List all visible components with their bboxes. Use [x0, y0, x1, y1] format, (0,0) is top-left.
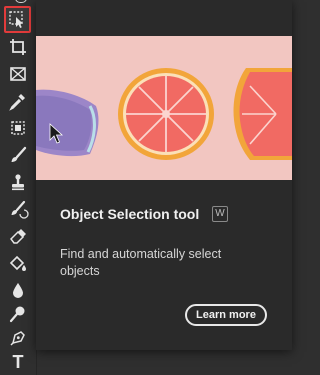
object-selection-tool-button[interactable]	[4, 6, 31, 33]
history-brush-tool-button[interactable]	[5, 197, 31, 221]
popup-title: Object Selection tool	[60, 206, 200, 222]
clone-stamp-tool-button[interactable]	[5, 170, 31, 194]
clone-stamp-icon	[12, 174, 24, 191]
pen-icon	[10, 331, 25, 346]
healing-brush-tool-button[interactable]	[5, 116, 31, 140]
blur-tool-button[interactable]	[5, 278, 31, 302]
type-tool-button[interactable]: T	[5, 350, 31, 374]
crop-icon	[10, 39, 26, 55]
frame-tool-button[interactable]	[5, 62, 31, 86]
blur-icon	[13, 283, 23, 298]
history-brush-icon	[11, 200, 29, 219]
pen-tool-button[interactable]	[5, 326, 31, 350]
paint-bucket-icon	[9, 255, 26, 271]
frame-icon	[10, 67, 26, 81]
popup-description: Find and automatically select objects	[60, 247, 222, 278]
paint-bucket-tool-button[interactable]	[5, 251, 31, 275]
eyedropper-tool-button[interactable]	[5, 89, 31, 113]
eraser-icon	[10, 229, 26, 244]
eyedropper-icon	[9, 94, 25, 111]
dodge-icon	[9, 306, 25, 323]
tool-preview-image	[36, 36, 292, 180]
tools-panel: T	[0, 0, 37, 375]
brush-icon	[11, 146, 27, 162]
learn-more-button[interactable]: Learn more	[185, 304, 267, 326]
panel-collapse-handle[interactable]	[15, 0, 27, 3]
brush-tool-button[interactable]	[5, 143, 31, 167]
spot-healing-icon	[11, 121, 25, 135]
type-icon: T	[12, 352, 24, 372]
object-selection-icon	[8, 10, 23, 28]
crop-tool-button[interactable]	[5, 35, 31, 59]
tool-tip-popup: Object Selection tool W Find and automat…	[36, 0, 292, 350]
eraser-tool-button[interactable]	[5, 224, 31, 248]
shortcut-key-badge: W	[212, 206, 228, 222]
dodge-tool-button[interactable]	[5, 302, 31, 326]
